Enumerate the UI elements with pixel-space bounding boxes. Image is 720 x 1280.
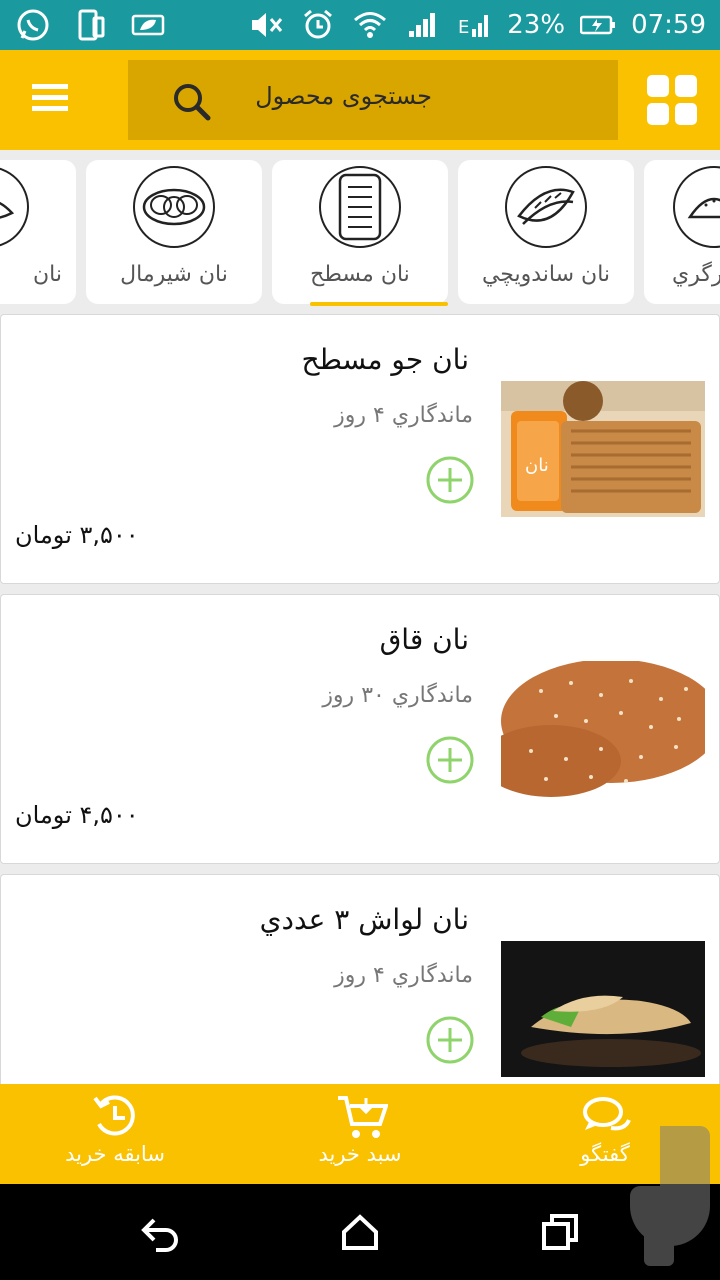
category-bread[interactable]: نان: [0, 160, 76, 304]
product-card[interactable]: نان قاق ماندگاري ۳۰ روز ۴,۵۰۰ تومان: [0, 594, 720, 864]
category-label: نان مسطح: [310, 262, 410, 287]
top-app-bar: جستجوی محصول: [0, 50, 720, 150]
mute-icon: [247, 6, 285, 44]
product-price: ۳,۵۰۰ تومان: [15, 521, 139, 549]
product-title: نان لواش ۳ عددي: [259, 903, 469, 936]
recent-apps-icon[interactable]: [540, 1212, 580, 1252]
product-card[interactable]: نان جو مسطح ماندگاري ۴ روز نان ۳,۵۰۰ توم…: [0, 314, 720, 584]
category-label: برگري: [672, 262, 720, 287]
signal-icon: [403, 6, 441, 44]
svg-text:نان: نان: [525, 455, 549, 476]
product-title: نان جو مسطح: [301, 343, 469, 376]
product-image: [501, 661, 705, 797]
grid-view-icon[interactable]: [646, 74, 698, 126]
search-input[interactable]: جستجوی محصول: [128, 60, 618, 140]
nav-label: سابقه خريد: [65, 1142, 165, 1166]
search-icon[interactable]: [168, 78, 216, 126]
whatsapp-icon: [14, 6, 52, 44]
burger-bun-icon: [673, 166, 720, 248]
phone-device-icon: [72, 6, 110, 44]
product-image: [501, 941, 705, 1077]
category-carousel[interactable]: نان نان شيرمال نان مسطح نان ساندويچي برگ…: [0, 150, 720, 310]
category-label: نان شيرمال: [120, 262, 228, 287]
nav-purchase-history[interactable]: سابقه خريد: [30, 1094, 200, 1178]
product-shelf-life: ماندگاري ۴ روز: [334, 403, 473, 428]
history-icon: [91, 1094, 139, 1140]
category-label: نان ساندويچي: [481, 262, 611, 287]
wifi-icon: [351, 6, 389, 44]
category-burger[interactable]: برگري: [644, 160, 720, 304]
product-shelf-life: ماندگاري ۳۰ روز: [322, 683, 473, 708]
svg-text:E: E: [458, 17, 469, 38]
braided-bread-icon: [133, 166, 215, 248]
category-sandwich[interactable]: نان ساندويچي: [458, 160, 634, 304]
home-icon[interactable]: [340, 1212, 380, 1252]
product-image: نان: [501, 381, 705, 517]
battery-icon: [579, 6, 617, 44]
nav-label: سبد خريد: [318, 1142, 402, 1166]
product-title: نان قاق: [379, 623, 469, 656]
battery-percent: 23%: [507, 10, 566, 40]
alarm-icon: [299, 6, 337, 44]
shopping-cart-icon: [336, 1094, 389, 1140]
leaf-battery-icon: [130, 6, 168, 44]
store-logo-watermark: [604, 1116, 716, 1276]
hamburger-menu-icon[interactable]: [22, 70, 78, 126]
nav-shopping-cart[interactable]: سبد خريد: [275, 1094, 445, 1178]
active-tab-indicator: [310, 302, 448, 306]
product-price: ۴,۵۰۰ تومان: [15, 801, 139, 829]
product-shelf-life: ماندگاري ۴ روز: [334, 963, 473, 988]
status-bar: E 23% 07:59: [0, 0, 720, 50]
add-to-cart-icon[interactable]: [425, 1015, 475, 1065]
category-shirmal[interactable]: نان شيرمال: [86, 160, 262, 304]
signal-e-icon: E: [455, 6, 493, 44]
add-to-cart-icon[interactable]: [425, 455, 475, 505]
back-icon[interactable]: [140, 1212, 180, 1252]
bread-roll-icon: [0, 166, 29, 248]
add-to-cart-icon[interactable]: [425, 735, 475, 785]
baguette-icon: [505, 166, 587, 248]
flat-bread-icon: [319, 166, 401, 248]
search-placeholder: جستجوی محصول: [255, 82, 432, 110]
category-label: نان: [33, 262, 62, 287]
clock: 07:59: [631, 10, 706, 40]
category-flat-bread[interactable]: نان مسطح: [272, 160, 448, 306]
